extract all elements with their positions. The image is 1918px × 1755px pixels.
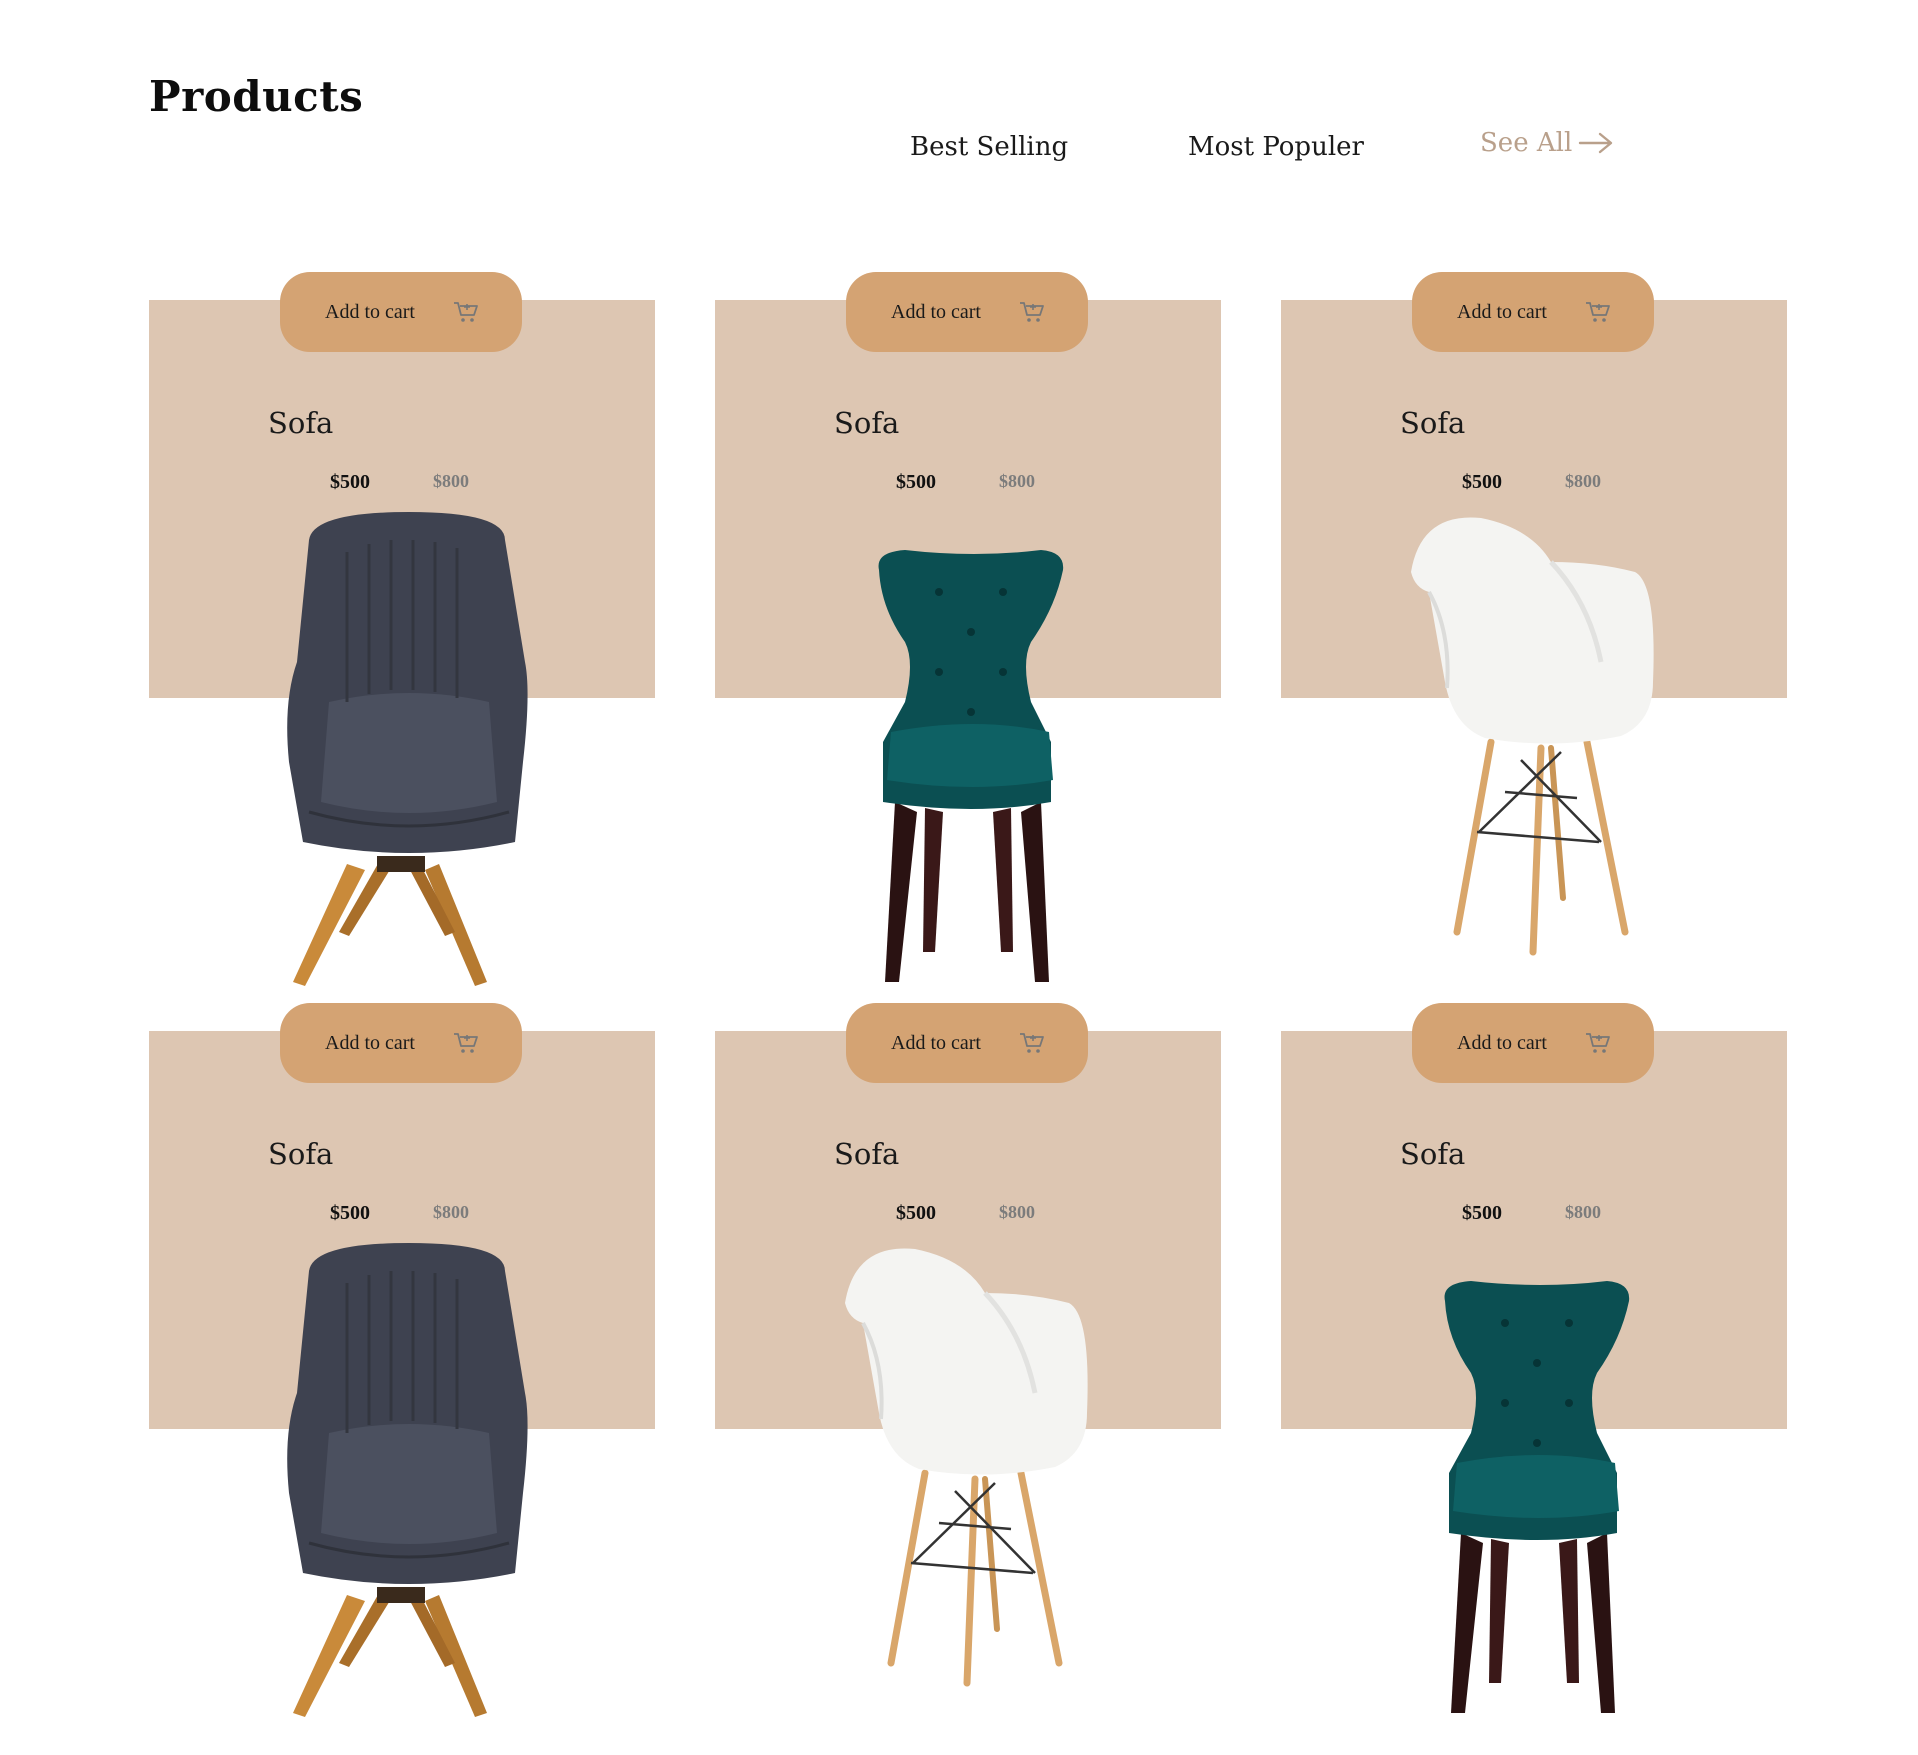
page-title: Products <box>149 72 364 121</box>
add-to-cart-button[interactable]: Add to cart <box>846 272 1088 352</box>
product-image[interactable] <box>269 512 549 992</box>
add-to-cart-button[interactable]: Add to cart <box>846 1003 1088 1083</box>
add-to-cart-button[interactable]: Add to cart <box>1412 272 1654 352</box>
dark-gray-armchair-illustration <box>287 512 528 986</box>
add-to-cart-button[interactable]: Add to cart <box>1412 1003 1654 1083</box>
product-card[interactable]: Add to cart Sofa $500 $800 <box>715 272 1221 1012</box>
add-to-cart-button[interactable]: Add to cart <box>280 1003 522 1083</box>
add-to-cart-label: Add to cart <box>325 1031 415 1054</box>
white-shell-chair-illustration <box>1411 517 1654 956</box>
teal-velvet-chair-illustration <box>878 550 1064 982</box>
cart-add-icon <box>1019 300 1045 324</box>
arrow-right-icon <box>1578 132 1614 154</box>
add-to-cart-label: Add to cart <box>891 300 981 323</box>
cart-add-icon <box>1019 1031 1045 1055</box>
product-old-price: $800 <box>999 471 1035 491</box>
product-name: Sofa <box>834 1137 900 1171</box>
teal-velvet-chair-illustration <box>1444 1281 1630 1713</box>
see-all-link[interactable]: See All <box>1480 128 1614 158</box>
product-old-price: $800 <box>1565 471 1601 491</box>
product-name: Sofa <box>268 1137 334 1171</box>
product-old-price: $800 <box>1565 1202 1601 1222</box>
add-to-cart-label: Add to cart <box>1457 300 1547 323</box>
product-image[interactable] <box>835 512 1115 992</box>
cart-add-icon <box>453 300 479 324</box>
tab-best-selling[interactable]: Best Selling <box>910 132 1068 162</box>
product-name: Sofa <box>268 406 334 440</box>
product-name: Sofa <box>1400 406 1466 440</box>
product-card[interactable]: Add to cart Sofa $500 $800 <box>1281 1003 1787 1743</box>
product-price: $500 <box>330 471 370 493</box>
product-card[interactable]: Add to cart Sofa $500 $800 <box>149 272 655 1012</box>
product-old-price: $800 <box>433 1202 469 1222</box>
product-price: $500 <box>896 471 936 493</box>
product-image[interactable] <box>269 1243 549 1723</box>
add-to-cart-label: Add to cart <box>325 300 415 323</box>
product-old-price: $800 <box>433 471 469 491</box>
add-to-cart-label: Add to cart <box>1457 1031 1547 1054</box>
dark-gray-armchair-illustration <box>287 1243 528 1717</box>
product-image[interactable] <box>1401 512 1681 992</box>
add-to-cart-button[interactable]: Add to cart <box>280 272 522 352</box>
cart-add-icon <box>1585 300 1611 324</box>
product-card[interactable]: Add to cart Sofa $500 $800 <box>715 1003 1221 1743</box>
add-to-cart-label: Add to cart <box>891 1031 981 1054</box>
product-price: $500 <box>896 1202 936 1224</box>
product-name: Sofa <box>834 406 900 440</box>
product-price: $500 <box>1462 471 1502 493</box>
product-price: $500 <box>330 1202 370 1224</box>
product-card[interactable]: Add to cart Sofa $500 $800 <box>1281 272 1787 1012</box>
product-price: $500 <box>1462 1202 1502 1224</box>
product-image[interactable] <box>835 1243 1115 1723</box>
cart-add-icon <box>453 1031 479 1055</box>
product-image[interactable] <box>1401 1243 1681 1723</box>
cart-add-icon <box>1585 1031 1611 1055</box>
product-name: Sofa <box>1400 1137 1466 1171</box>
white-shell-chair-illustration <box>845 1248 1088 1687</box>
product-old-price: $800 <box>999 1202 1035 1222</box>
see-all-label: See All <box>1480 128 1573 158</box>
tab-most-popular[interactable]: Most Populer <box>1188 132 1364 162</box>
product-card[interactable]: Add to cart Sofa $500 $800 <box>149 1003 655 1743</box>
